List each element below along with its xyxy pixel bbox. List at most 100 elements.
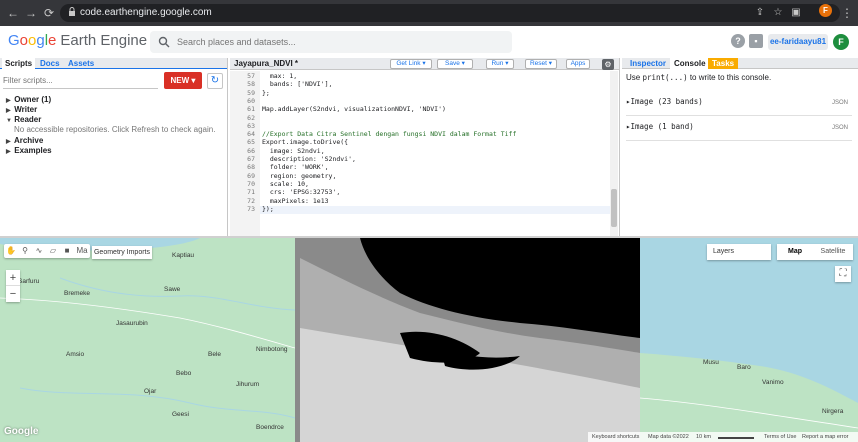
browser-menu-icon[interactable]: ⋮ xyxy=(840,6,854,20)
console-row[interactable]: ▸Image (23 bands) JSON xyxy=(626,96,852,116)
tab-tasks[interactable]: Tasks xyxy=(708,58,739,69)
share-icon[interactable]: ⇪ xyxy=(754,7,766,19)
place-label: Baro xyxy=(737,364,751,371)
map-view[interactable]: Kaptiau Sarfuru Sawe Bremeke Jasaurubin … xyxy=(0,238,858,442)
product-name: Earth Engine xyxy=(60,32,148,49)
zoom-out-button[interactable]: − xyxy=(6,286,20,302)
line-icon[interactable]: ∿ xyxy=(32,244,46,258)
code-line[interactable]: }); xyxy=(262,205,274,213)
zoom-control: + − xyxy=(6,270,20,302)
map-type-control: Map Satellite xyxy=(777,244,853,260)
tree-examples[interactable]: ▶ Examples xyxy=(6,146,52,157)
place-label: Jihurum xyxy=(236,381,260,388)
layers-button[interactable]: Layers xyxy=(707,244,771,260)
code-line[interactable]: maxPixels: 1e13 xyxy=(262,197,329,205)
extensions-icon[interactable]: ▣ xyxy=(790,7,802,19)
code-line[interactable]: region: geometry, xyxy=(262,172,337,180)
code-line[interactable]: Export.image.toDrive({ xyxy=(262,138,348,146)
editor-toolbar: Jayapura_NDVI * Get Link ▾ Save ▾ Run ▾ … xyxy=(230,58,619,70)
rectangle-icon[interactable]: ■ xyxy=(60,244,74,258)
user-project-chip[interactable]: ee-faridaayu81 xyxy=(768,34,828,50)
code-line[interactable]: scale: 10, xyxy=(262,180,309,188)
get-link-button[interactable]: Get Link ▾ xyxy=(390,59,432,69)
place-label: Ojar xyxy=(144,388,157,395)
line-number: 63 xyxy=(247,121,255,130)
fullscreen-icon[interactable]: ⛶ xyxy=(835,266,851,282)
json-tag[interactable]: JSON xyxy=(832,97,848,109)
forward-icon[interactable]: → xyxy=(24,6,38,20)
code-line[interactable]: //Export Data Citra Sentinel dengan fung… xyxy=(262,130,516,138)
place-label: Sarfuru xyxy=(18,278,40,285)
code-line[interactable]: bands: ['NDVI'], xyxy=(262,80,333,88)
back-icon[interactable]: ← xyxy=(6,6,20,20)
json-tag[interactable]: JSON xyxy=(832,122,848,134)
line-number: 61 xyxy=(247,105,255,114)
console-row[interactable]: ▸Image (1 band) JSON xyxy=(626,121,852,141)
tab-docs[interactable]: Docs xyxy=(37,58,63,69)
line-number: 58 xyxy=(247,80,255,89)
search-icon xyxy=(158,36,170,48)
code-editor-panel: Jayapura_NDVI * Get Link ▾ Save ▾ Run ▾ … xyxy=(230,58,620,236)
user-avatar[interactable]: F xyxy=(833,34,849,50)
tab-inspector[interactable]: Inspector xyxy=(626,58,670,69)
script-title[interactable]: Jayapura_NDVI * xyxy=(234,59,298,69)
marker-icon[interactable]: ⚲ xyxy=(18,244,32,258)
feedback-icon[interactable]: ▪ xyxy=(749,34,763,48)
line-number: 67 xyxy=(247,155,255,163)
line-number: 59 xyxy=(247,88,255,97)
code-line[interactable]: image: S2ndvi, xyxy=(262,147,325,155)
search-box[interactable] xyxy=(150,31,512,53)
code-line[interactable]: description: 'S2ndvi', xyxy=(262,155,356,163)
tab-assets[interactable]: Assets xyxy=(65,58,97,69)
gear-icon[interactable]: ⚙ xyxy=(602,59,614,70)
zoom-in-button[interactable]: + xyxy=(6,270,20,286)
map-attribution: Keyboard shortcuts Map data ©2022 10 km … xyxy=(588,432,858,442)
line-number: 57 xyxy=(247,72,255,80)
map-type-satellite[interactable]: Satellite xyxy=(813,244,853,260)
drawing-tools: ✋ ⚲ ∿ ⏥ ■ Ma xyxy=(4,244,90,258)
code-line[interactable]: max: 1, xyxy=(262,72,297,80)
reload-icon[interactable]: ⟳ xyxy=(42,6,56,20)
place-label: Kaptiau xyxy=(172,252,195,259)
search-input[interactable] xyxy=(177,34,497,50)
ma-label: Ma xyxy=(76,246,88,255)
map-type-map[interactable]: Map xyxy=(777,244,813,260)
address-bar[interactable]: code.earthengine.google.com ⇪ ☆ ▣ xyxy=(60,4,840,22)
polygon-icon[interactable]: ⏥ xyxy=(46,244,60,258)
keyboard-shortcuts-link[interactable]: Keyboard shortcuts xyxy=(592,432,639,442)
editor-scrollbar[interactable] xyxy=(610,71,618,236)
place-label: Nimbotong xyxy=(256,346,288,353)
code-line[interactable]: Map.addLayer(S2ndvi, visualizationNDVI, … xyxy=(262,105,446,113)
new-button[interactable]: NEW ▾ xyxy=(164,72,202,89)
place-label: Amsio xyxy=(66,351,85,358)
code-line[interactable]: crs: 'EPSG:32753', xyxy=(262,188,340,196)
scale-bar xyxy=(718,437,754,439)
earth-engine-logo[interactable]: Google Earth Engine xyxy=(8,32,147,50)
report-error-link[interactable]: Report a map error xyxy=(802,432,848,442)
reader-empty-note: No accessible repositories. Click Refres… xyxy=(14,125,216,134)
editor-scroll-thumb[interactable] xyxy=(611,189,617,227)
place-label: Vanimo xyxy=(762,379,784,386)
tab-console[interactable]: Console xyxy=(670,58,710,69)
browser-profile-avatar[interactable]: F xyxy=(819,4,832,17)
line-number: 64 xyxy=(247,130,255,139)
apps-button[interactable]: Apps xyxy=(566,59,590,69)
place-label: Bele xyxy=(208,351,222,358)
terms-link[interactable]: Terms of Use xyxy=(764,432,796,442)
code-line[interactable]: }; xyxy=(262,89,270,97)
google-logo: Google xyxy=(4,426,39,437)
star-icon[interactable]: ☆ xyxy=(772,7,784,19)
reset-button[interactable]: Reset ▾ xyxy=(525,59,557,69)
place-label: Bremeke xyxy=(64,290,91,297)
line-number: 60 xyxy=(247,96,255,105)
tab-scripts[interactable]: Scripts xyxy=(2,58,36,69)
hand-icon[interactable]: ✋ xyxy=(4,244,18,258)
geometry-imports-button[interactable]: Geometry Imports xyxy=(92,246,152,259)
help-icon[interactable]: ? xyxy=(731,34,745,48)
run-button[interactable]: Run ▾ xyxy=(486,59,514,69)
code-line[interactable]: folder: 'WORK', xyxy=(262,163,329,171)
save-button[interactable]: Save ▾ xyxy=(437,59,473,69)
filter-scripts-input[interactable] xyxy=(3,73,158,89)
url-text: code.earthengine.google.com xyxy=(80,7,212,18)
refresh-icon[interactable]: ↻ xyxy=(207,73,223,89)
